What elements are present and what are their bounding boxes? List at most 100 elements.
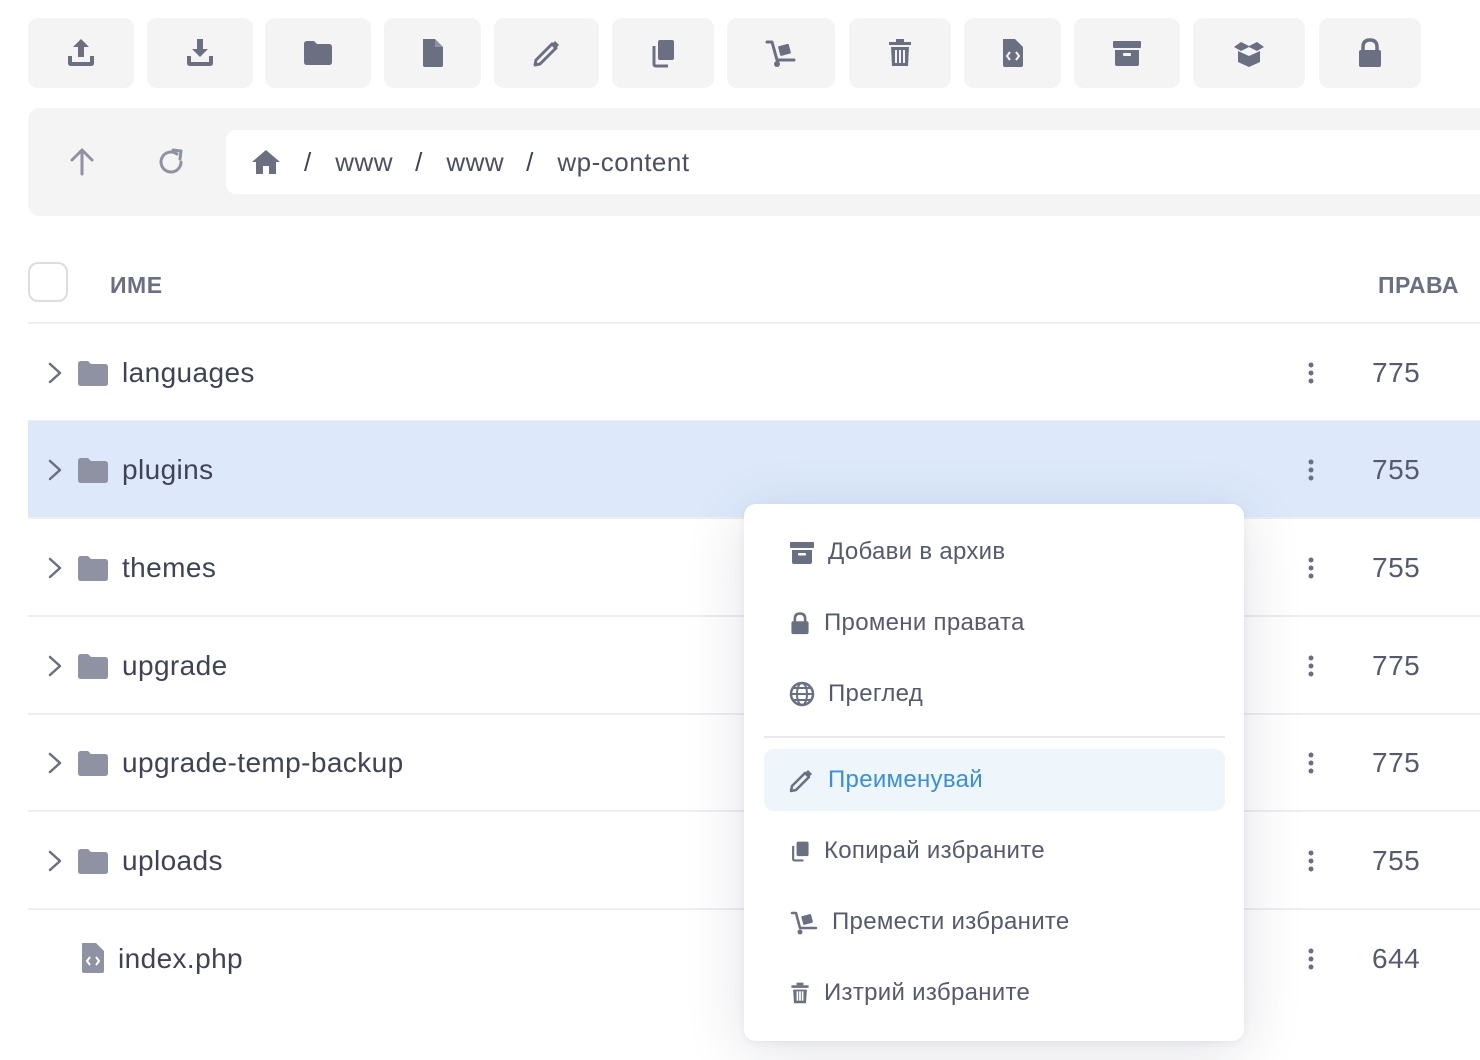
breadcrumb-separator: / <box>304 146 312 177</box>
copy-button[interactable] <box>612 18 714 88</box>
delete-button[interactable] <box>849 18 951 88</box>
archive-icon <box>790 542 814 564</box>
edit-code-button[interactable] <box>964 18 1061 88</box>
chevron-right-icon[interactable] <box>44 751 66 775</box>
menu-item-label: Премести избраните <box>832 908 1070 935</box>
folder-icon <box>78 751 108 776</box>
menu-item-add-to-archive[interactable]: Добави в архив <box>764 521 1225 583</box>
more-vertical-icon <box>1308 948 1314 970</box>
row-actions-button[interactable] <box>1296 649 1326 683</box>
more-vertical-icon <box>1308 557 1314 579</box>
breadcrumb-separator: / <box>415 146 423 177</box>
menu-item-preview[interactable]: Преглед <box>764 663 1225 725</box>
chevron-right-icon[interactable] <box>44 654 66 678</box>
menu-item-move-selected[interactable]: Премести избраните <box>764 891 1225 953</box>
copy-icon <box>792 841 809 862</box>
context-menu: Добави в архив Промени правата Преглед П… <box>744 504 1244 1041</box>
column-header-permissions[interactable]: ПРАВА <box>1378 272 1459 299</box>
breadcrumb-item-www[interactable]: www <box>446 147 504 178</box>
extract-button[interactable] <box>1193 18 1305 88</box>
menu-item-label: Преименувай <box>828 766 983 793</box>
chevron-right-icon[interactable] <box>44 849 66 873</box>
archive-icon <box>1113 41 1141 66</box>
menu-item-label: Преглед <box>828 680 924 707</box>
breadcrumb-separator: / <box>526 146 534 177</box>
trash-icon <box>889 39 911 66</box>
row-actions-button[interactable] <box>1296 942 1326 976</box>
breadcrumb-item-wp-content[interactable]: wp-content <box>557 147 689 178</box>
row-permissions: 755 <box>1372 845 1421 876</box>
folder-icon <box>78 654 108 679</box>
row-actions-button[interactable] <box>1296 551 1326 585</box>
more-vertical-icon <box>1308 459 1314 481</box>
folder-icon <box>78 556 108 581</box>
rename-pencil-icon <box>533 41 559 67</box>
refresh-icon <box>159 148 183 174</box>
column-header-name[interactable]: ИМЕ <box>110 272 163 299</box>
table-row[interactable]: languages 775 <box>28 324 1480 422</box>
lock-icon <box>1359 38 1381 67</box>
table-header: ИМЕ ПРАВА <box>28 250 1480 324</box>
menu-item-label: Добави в архив <box>828 538 1006 565</box>
new-folder-icon <box>304 41 332 65</box>
row-permissions: 775 <box>1372 357 1421 388</box>
folder-icon <box>78 361 108 386</box>
breadcrumb: / www / www / wp-content <box>226 130 1480 194</box>
row-actions-button[interactable] <box>1296 844 1326 878</box>
permissions-button[interactable] <box>1319 18 1421 88</box>
breadcrumb-item-www[interactable]: www <box>335 147 393 178</box>
chevron-right-icon[interactable] <box>44 556 66 580</box>
row-permissions: 775 <box>1372 747 1421 778</box>
menu-divider <box>764 736 1225 738</box>
more-vertical-icon <box>1308 752 1314 774</box>
arrow-up-icon <box>70 148 94 176</box>
globe-icon <box>789 681 815 707</box>
row-actions-button[interactable] <box>1296 746 1326 780</box>
navigation-bar: / www / www / wp-content <box>28 108 1480 216</box>
move-button[interactable] <box>727 18 835 88</box>
copy-icon <box>652 40 674 68</box>
new-file-icon <box>422 39 443 67</box>
new-file-button[interactable] <box>384 18 481 88</box>
row-name: upgrade-temp-backup <box>122 747 404 778</box>
folder-icon <box>78 849 108 874</box>
chevron-right-icon[interactable] <box>44 361 66 385</box>
row-permissions: 755 <box>1372 454 1421 485</box>
row-name: themes <box>122 552 217 583</box>
menu-item-label: Изтрий избраните <box>824 979 1031 1006</box>
more-vertical-icon <box>1308 655 1314 677</box>
row-permissions: 775 <box>1372 650 1421 681</box>
archive-button[interactable] <box>1074 18 1180 88</box>
up-button[interactable] <box>58 138 106 186</box>
select-all-checkbox[interactable] <box>28 262 68 302</box>
row-actions-button[interactable] <box>1296 453 1326 487</box>
rename-button[interactable] <box>494 18 599 88</box>
more-vertical-icon <box>1308 850 1314 872</box>
move-dolly-icon <box>790 911 818 935</box>
row-name: upgrade <box>122 650 228 681</box>
download-button[interactable] <box>147 18 253 88</box>
row-name: index.php <box>118 943 244 974</box>
row-permissions: 755 <box>1372 552 1421 583</box>
upload-button[interactable] <box>28 18 134 88</box>
menu-item-delete-selected[interactable]: Изтрий избраните <box>764 962 1225 1024</box>
row-name: plugins <box>122 454 214 485</box>
menu-item-label: Промени правата <box>824 609 1025 636</box>
row-name: languages <box>122 357 255 388</box>
code-file-icon <box>1002 39 1023 67</box>
more-vertical-icon <box>1308 362 1314 384</box>
menu-item-rename[interactable]: Преименувай <box>764 749 1225 811</box>
chevron-right-icon[interactable] <box>44 458 66 482</box>
extract-box-icon <box>1234 42 1264 67</box>
breadcrumb-home[interactable] <box>250 146 282 178</box>
menu-item-change-permissions[interactable]: Промени правата <box>764 592 1225 654</box>
upload-icon <box>68 39 94 66</box>
trash-icon <box>791 982 809 1004</box>
pencil-icon <box>789 770 812 793</box>
menu-item-copy-selected[interactable]: Копирай избраните <box>764 820 1225 882</box>
row-permissions: 644 <box>1372 943 1421 974</box>
home-icon <box>252 150 280 174</box>
new-folder-button[interactable] <box>265 18 371 88</box>
row-actions-button[interactable] <box>1296 356 1326 390</box>
refresh-button[interactable] <box>147 138 195 186</box>
